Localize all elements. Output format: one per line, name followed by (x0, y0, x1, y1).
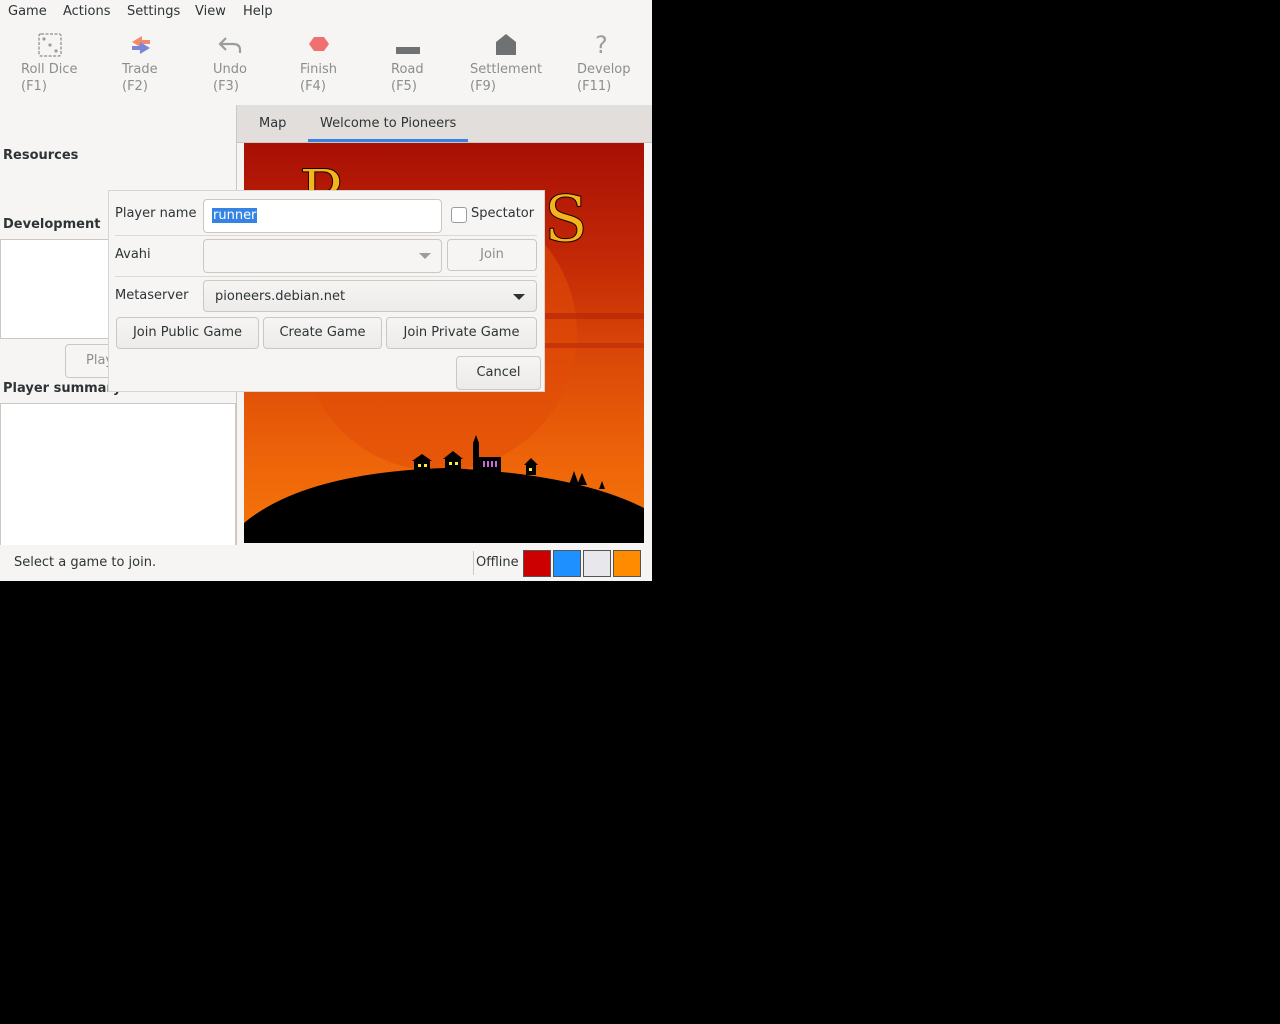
dice-icon (37, 32, 63, 58)
player-color-swatch-4 (613, 550, 641, 577)
roll-dice-key: (F1) (21, 79, 47, 94)
settlement-label: Settlement (470, 62, 543, 77)
metaserver-value: pioneers.debian.net (215, 289, 346, 304)
settlement-house-icon (495, 32, 517, 58)
chevron-down-icon (513, 294, 525, 300)
spectator-label: Spectator (471, 206, 535, 221)
finish-octagon-icon (308, 32, 330, 58)
player-summary-title: Player summary (3, 381, 122, 396)
player-color-swatch-3 (583, 550, 611, 577)
tab-map[interactable]: Map (259, 105, 286, 142)
chevron-down-icon (419, 253, 431, 259)
status-bar: Select a game to join. Offline (0, 545, 652, 581)
menubar: Game Actions Settings View Help (0, 0, 652, 24)
undo-arrow-icon (217, 32, 243, 58)
player-name-field[interactable]: runner (203, 199, 442, 233)
trade-key: (F2) (122, 79, 148, 94)
create-game-button[interactable]: Create Game (263, 317, 382, 349)
connection-status: Offline (476, 555, 519, 570)
tab-welcome[interactable]: Welcome to Pioneers (308, 105, 469, 142)
status-message: Select a game to join. (14, 555, 157, 570)
menu-game[interactable]: Game (8, 4, 47, 19)
join-public-game-button[interactable]: Join Public Game (116, 317, 259, 349)
spectator-checkbox[interactable] (451, 207, 467, 223)
undo-key: (F3) (213, 79, 239, 94)
finish-key: (F4) (300, 79, 326, 94)
question-mark-icon: ? (595, 31, 608, 59)
avahi-dropdown[interactable] (203, 239, 442, 273)
develop-label: Develop (577, 62, 631, 77)
player-color-swatch-1 (523, 550, 551, 577)
road-label: Road (391, 62, 424, 77)
status-divider (473, 551, 474, 575)
trade-label: Trade (122, 62, 158, 77)
player-name-selected-text: runner (212, 208, 258, 223)
connect-dialog: Player name runner Spectator Avahi Join … (108, 190, 545, 392)
player-summary-box (0, 403, 236, 547)
separator (115, 235, 537, 236)
resources-title: Resources (3, 148, 79, 163)
metaserver-dropdown[interactable]: pioneers.debian.net (203, 280, 537, 312)
metaserver-label: Metaserver (115, 288, 189, 303)
svg-text:S: S (544, 183, 588, 257)
avahi-label: Avahi (115, 247, 151, 262)
cancel-button[interactable]: Cancel (456, 356, 541, 390)
roll-dice-label: Roll Dice (21, 62, 78, 77)
settlement-key: (F9) (470, 79, 496, 94)
toolbar: Roll Dice (F1) Trade (F2) Undo (F3) Fini… (0, 25, 652, 105)
menu-settings[interactable]: Settings (127, 4, 180, 19)
trade-arrows-icon (128, 32, 154, 58)
menu-actions[interactable]: Actions (63, 4, 111, 19)
undo-label: Undo (213, 62, 247, 77)
development-title: Development (3, 217, 101, 232)
join-button[interactable]: Join (447, 239, 537, 271)
menu-help[interactable]: Help (243, 4, 273, 19)
develop-key: (F11) (577, 79, 612, 94)
road-icon (395, 32, 421, 58)
join-private-game-button[interactable]: Join Private Game (386, 317, 537, 349)
finish-label: Finish (300, 62, 338, 77)
road-key: (F5) (391, 79, 417, 94)
player-name-label: Player name (115, 206, 197, 221)
player-color-swatch-2 (553, 550, 581, 577)
separator (115, 276, 537, 277)
tab-bar: Map Welcome to Pioneers (237, 105, 652, 143)
menu-view[interactable]: View (195, 4, 226, 19)
